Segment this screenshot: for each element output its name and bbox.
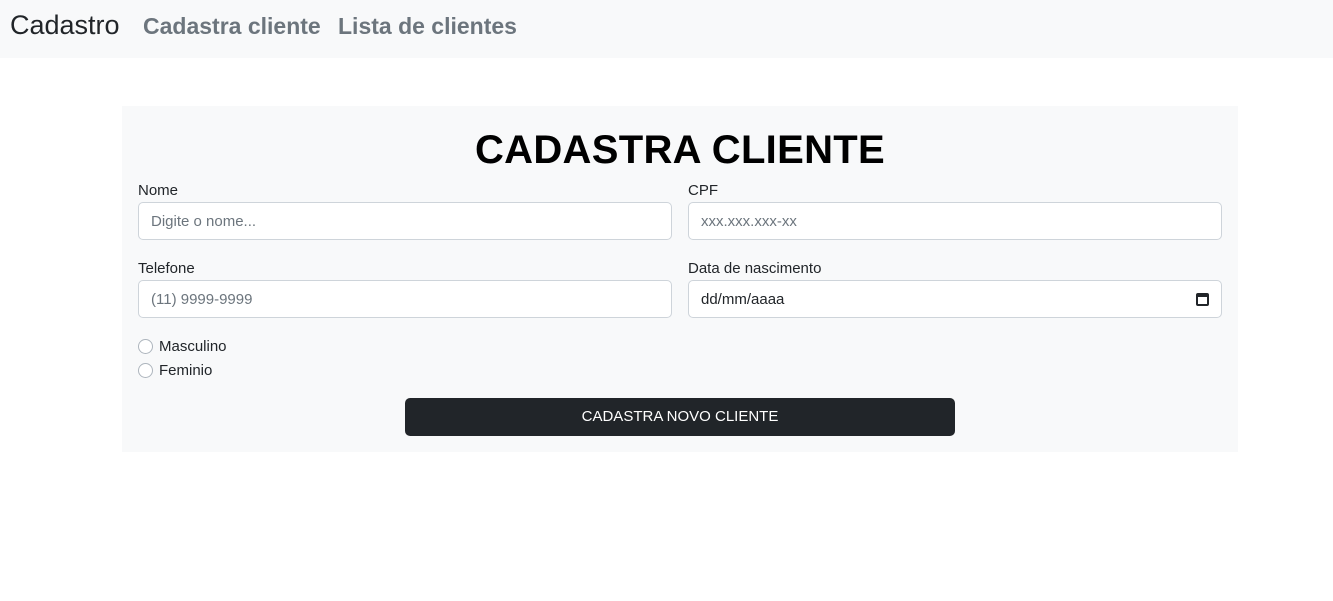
nav-link-lista-de-clientes[interactable]: Lista de clientes	[338, 11, 517, 41]
calendar-icon[interactable]	[1196, 292, 1209, 306]
submit-button[interactable]: CADASTRA NOVO CLIENTE	[405, 398, 955, 436]
cpf-label: CPF	[688, 182, 718, 199]
nav-link-cadastra-cliente[interactable]: Cadastra cliente	[143, 11, 321, 41]
nome-input[interactable]	[138, 202, 672, 240]
radio-feminio[interactable]: Feminio	[138, 360, 212, 380]
nome-label: Nome	[138, 182, 179, 199]
radio-circle-masculino[interactable]	[138, 338, 153, 354]
nascimento-date-placeholder: dd/mm/aaaa	[701, 290, 785, 308]
navbar-brand[interactable]: Cadastro	[10, 8, 120, 42]
form-title: CADASTRA CLIENTE	[475, 128, 885, 172]
form-card: CADASTRA CLIENTE Nome CPF Telefone Data …	[122, 106, 1238, 452]
telefone-label: Telefone	[138, 260, 195, 277]
nascimento-label: Data de nascimento	[688, 260, 822, 277]
telefone-input[interactable]	[138, 280, 672, 318]
nascimento-date-input[interactable]: dd/mm/aaaa	[688, 280, 1222, 318]
cpf-input[interactable]	[688, 202, 1222, 240]
radio-label-masculino: Masculino	[159, 337, 227, 355]
radio-masculino[interactable]: Masculino	[138, 336, 227, 356]
navbar: Cadastro Cadastra cliente Lista de clien…	[0, 0, 1333, 58]
radio-label-feminio: Feminio	[159, 361, 213, 379]
radio-circle-feminio[interactable]	[138, 362, 153, 378]
